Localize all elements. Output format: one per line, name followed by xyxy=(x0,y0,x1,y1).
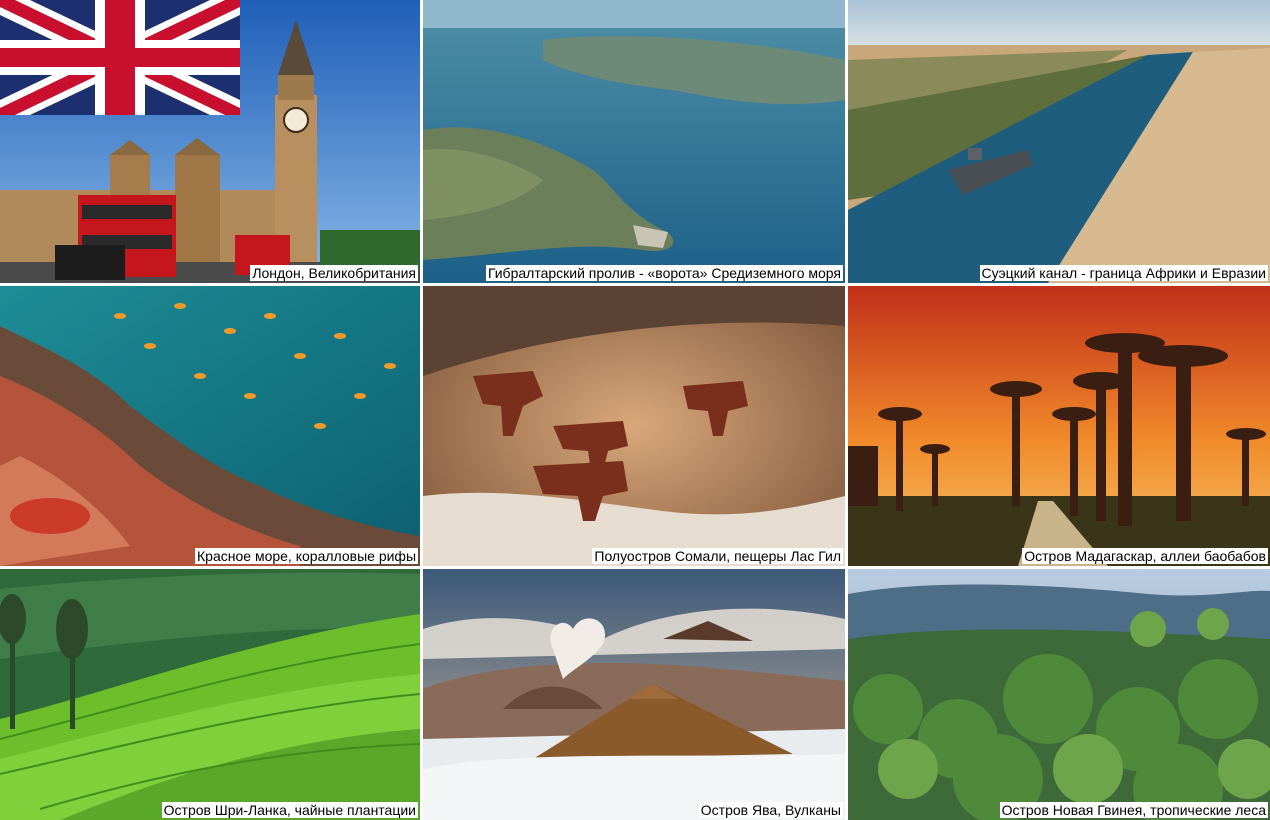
tea-plantation-photo xyxy=(0,569,420,820)
suez-photo xyxy=(848,0,1270,283)
caption-somali: Полуостров Сомали, пещеры Лас Гил xyxy=(592,548,843,564)
caption-java: Остров Ява, Вулканы xyxy=(698,802,843,818)
baobab-photo xyxy=(848,286,1270,566)
tile-new-guinea: Остров Новая Гвинея, тропические леса xyxy=(848,569,1270,820)
gibraltar-photo xyxy=(423,0,845,283)
caption-new-guinea: Остров Новая Гвинея, тропические леса xyxy=(999,802,1268,818)
caption-gibraltar: Гибралтарский пролив - «ворота» Средизем… xyxy=(485,265,843,281)
tile-red-sea: Красное море, коралловые рифы xyxy=(0,286,420,566)
caption-red-sea: Красное море, коралловые рифы xyxy=(195,548,418,564)
coral-reef-photo xyxy=(0,286,420,566)
rainforest-photo xyxy=(848,569,1270,820)
tile-somali: Полуостров Сомали, пещеры Лас Гил xyxy=(423,286,845,566)
volcanoes-photo xyxy=(423,569,845,820)
caption-suez: Суэцкий канал - граница Африки и Евразии xyxy=(979,265,1268,281)
caption-london: Лондон, Великобритания xyxy=(250,265,418,281)
tile-java: Остров Ява, Вулканы xyxy=(423,569,845,820)
cave-paintings-photo xyxy=(423,286,845,566)
tile-gibraltar: Гибралтарский пролив - «ворота» Средизем… xyxy=(423,0,845,283)
london-photo xyxy=(0,0,420,283)
caption-sri-lanka: Остров Шри-Ланка, чайные плантации xyxy=(161,802,418,818)
tile-suez: Суэцкий канал - граница Африки и Евразии xyxy=(848,0,1270,283)
caption-madagascar: Остров Мадагаскар, аллеи баобабов xyxy=(1022,548,1268,564)
photo-collage: Лондон, Великобритания Гибралтарский про… xyxy=(0,0,1270,820)
tile-london: Лондон, Великобритания xyxy=(0,0,420,283)
tile-madagascar: Остров Мадагаскар, аллеи баобабов xyxy=(848,286,1270,566)
tile-sri-lanka: Остров Шри-Ланка, чайные плантации xyxy=(0,569,420,820)
